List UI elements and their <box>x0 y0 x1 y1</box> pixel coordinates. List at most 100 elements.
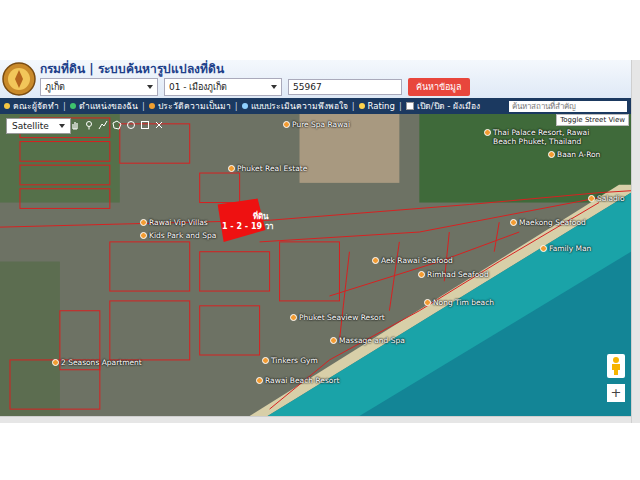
place-name: Rawai Beach Resort <box>265 376 339 385</box>
place-pin[interactable]: Pure Spa Rawai <box>283 120 350 129</box>
draw-circle-icon[interactable] <box>126 120 136 130</box>
dropdown-arrow-icon <box>59 124 65 128</box>
place-pin-icon <box>140 232 147 239</box>
place-pin[interactable]: Baan A-Ron <box>548 150 600 159</box>
place-name: Pure Spa Rawai <box>292 120 350 129</box>
place-name: Massage and Spa <box>339 336 405 345</box>
place-pin[interactable]: Thai Palace Resort, Rawai Beach Phuket, … <box>484 128 594 146</box>
toolbar-item-icon <box>70 103 76 109</box>
zoom-in-button[interactable]: + <box>607 384 625 402</box>
toolbar-item[interactable]: ประวัติความเป็นมา <box>149 99 231 113</box>
toolbar-separator: | <box>142 101 145 111</box>
draw-polygon-icon[interactable] <box>112 120 122 130</box>
province-select[interactable]: ภูเก็ต <box>40 78 158 96</box>
place-pin[interactable]: 2 Seasons Apartment <box>52 358 142 367</box>
place-pin[interactable]: Rimhad Seafood <box>418 270 489 279</box>
toolbar-item-icon <box>149 103 155 109</box>
toolbar-item-icon <box>242 103 248 109</box>
clear-icon[interactable] <box>154 120 164 130</box>
place-pin[interactable]: Aek Rawai Seafood <box>372 256 453 265</box>
toolbar-item[interactable]: Rating <box>359 101 395 111</box>
place-name: 2 Seasons Apartment <box>61 358 142 367</box>
place-pin-icon <box>140 219 147 226</box>
toolbar: คณะผู้จัดทำ | ตำแหน่งของฉัน | ประวัติความเป็… <box>0 98 631 114</box>
place-pin[interactable]: Rawai Beach Resort <box>256 376 339 385</box>
place-pin[interactable]: Kids Park and Spa <box>140 231 216 240</box>
map-layer-select[interactable]: Satellite <box>6 118 71 134</box>
place-name: Rimhad Seafood <box>427 270 489 279</box>
place-name: Aek Rawai Seafood <box>381 256 453 265</box>
place-pin[interactable]: Phuket Seaview Resort <box>290 313 385 322</box>
toolbar-item-label: ตำแหน่งของฉัน <box>79 99 138 113</box>
pan-hand-icon[interactable] <box>70 120 80 130</box>
toolbar-item-icon <box>359 103 365 109</box>
place-pin[interactable]: Nong Tim beach <box>424 298 494 307</box>
place-name: Rawai Vip Villas <box>149 218 208 227</box>
toolbar-item-label: ประวัติความเป็นมา <box>158 99 231 113</box>
draw-square-icon[interactable] <box>140 120 150 130</box>
place-pin[interactable]: Massage and Spa <box>330 336 405 345</box>
horizontal-scrollbar[interactable] <box>0 416 631 423</box>
measure-line-icon[interactable] <box>98 120 108 130</box>
header-body: กรมที่ดิน | ระบบค้นหารูปแปลงที่ดินภูเก็ต… <box>40 61 470 96</box>
place-pin-icon <box>484 129 491 136</box>
toolbar-separator: | <box>352 101 355 111</box>
page: กรมที่ดิน | ระบบค้นหารูปแปลงที่ดินภูเก็ต… <box>0 0 640 480</box>
place-pin[interactable]: Maekong Seafood <box>510 218 586 227</box>
place-pin-icon <box>372 257 379 264</box>
place-pin-icon <box>228 165 235 172</box>
place-pin-icon <box>262 357 269 364</box>
dropdown-arrow-icon <box>271 85 277 89</box>
search-button[interactable]: ค้นหาข้อมูล <box>408 78 470 96</box>
place-name: Nong Tim beach <box>433 298 494 307</box>
map-layer-value: Satellite <box>12 121 49 131</box>
place-pin-icon <box>510 219 517 226</box>
toolbar-item-label: Rating <box>368 101 395 111</box>
toggle-checkbox-icon[interactable] <box>406 102 414 110</box>
toolbar-item[interactable]: แบบประเมินความพึงพอใจ <box>242 99 348 113</box>
district-value: 01 - เมืองภูเก็ต <box>169 80 227 94</box>
satellite-imagery <box>0 114 631 416</box>
map-tools <box>70 120 164 130</box>
toolbar-item-label: คณะผู้จัดทำ <box>13 99 59 113</box>
toolbar-item[interactable]: ตำแหน่งของฉัน <box>70 99 138 113</box>
toolbar-item[interactable]: คณะผู้จัดทำ <box>4 99 59 113</box>
toolbar-item-icon <box>4 103 10 109</box>
place-name: Family Man <box>549 244 591 253</box>
map[interactable]: ที่ดิน1 - 2 - 19 วา Pure Spa Rawai Phuket … <box>0 114 631 416</box>
place-name: Saladio <box>597 194 624 203</box>
place-pin-icon <box>330 337 337 344</box>
toolbar-item[interactable]: เปิด/ปิด - ผังเมือง <box>406 99 480 113</box>
vertical-scrollbar[interactable] <box>631 60 640 423</box>
toolbar-separator: | <box>235 101 238 111</box>
place-name: Phuket Seaview Resort <box>299 313 385 322</box>
place-pin[interactable]: Rawai Vip Villas <box>140 218 208 227</box>
place-pin[interactable]: Tinkers Gym <box>262 356 318 365</box>
district-select[interactable]: 01 - เมืองภูเก็ต <box>164 78 282 96</box>
place-search-input[interactable]: ค้นหาสถานที่สำคัญ <box>509 101 627 112</box>
dropdown-arrow-icon <box>147 85 153 89</box>
place-pin-icon <box>290 314 297 321</box>
toolbar-separator: | <box>63 101 66 111</box>
measure-point-icon[interactable] <box>84 120 94 130</box>
place-name: Thai Palace Resort, Rawai Beach Phuket, … <box>493 128 594 146</box>
toggle-street-view-button[interactable]: Toggle Street View <box>556 114 629 126</box>
place-name: Kids Park and Spa <box>149 231 216 240</box>
place-pin-icon <box>424 299 431 306</box>
place-pin[interactable]: Phuket Real Estate <box>228 164 307 173</box>
main-column: กรมที่ดิน | ระบบค้นหารูปแปลงที่ดินภูเก็ต… <box>0 60 631 423</box>
parcel-area: 1 - 2 - 19 วา <box>222 222 273 232</box>
toolbar-item-label: แบบประเมินความพึงพอใจ <box>251 99 348 113</box>
parcel-label[interactable]: ที่ดิน1 - 2 - 19 วา <box>222 212 273 232</box>
place-name: Phuket Real Estate <box>237 164 307 173</box>
place-pin-icon <box>283 121 290 128</box>
place-pin-icon <box>418 271 425 278</box>
place-pin[interactable]: Saladio <box>588 194 624 203</box>
place-name: Baan A-Ron <box>557 150 600 159</box>
place-pin[interactable]: Family Man <box>540 244 591 253</box>
parcel-number-input[interactable]: 55967 <box>288 79 402 95</box>
street-view-pegman-icon[interactable] <box>607 354 625 378</box>
toolbar-item-label: เปิด/ปิด - ผังเมือง <box>417 99 480 113</box>
place-pin-icon <box>52 359 59 366</box>
place-pin-icon <box>588 195 595 202</box>
